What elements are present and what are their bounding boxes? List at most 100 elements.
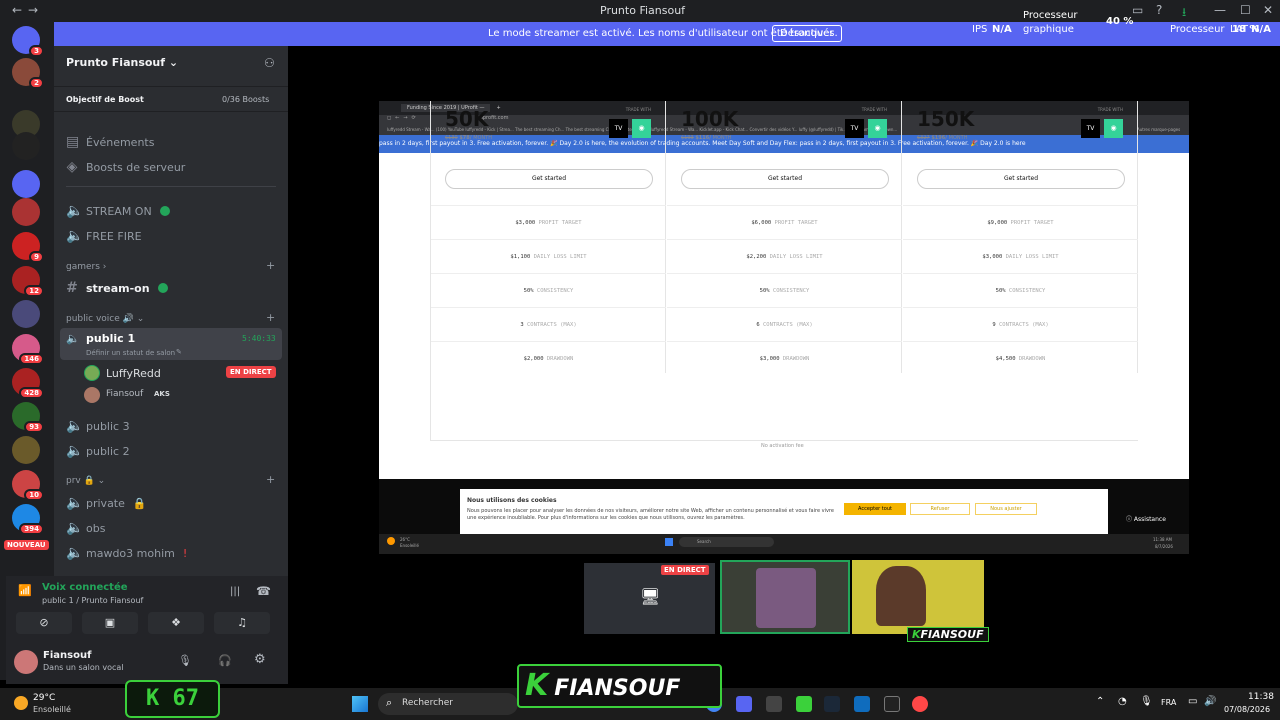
mini-search[interactable]: Search [679,537,774,547]
language[interactable]: FRA [1161,698,1176,707]
voice-channel-stream-on[interactable]: 🔈 STREAM ON [66,203,170,219]
platform-icon[interactable]: ◉ [868,119,887,138]
voice-location[interactable]: public 1 / Prunto Fiansouf [42,596,143,605]
tradingview-icon[interactable]: TV [845,119,864,138]
ea-icon[interactable] [912,696,928,712]
wifi-icon[interactable]: ◔ [1118,696,1127,707]
category-public-voice[interactable]: public voice 🔊 ⌄ [66,314,144,324]
guild-name-text: Prunto Fiansouf [66,56,166,69]
stream-tile-screen[interactable]: EN DIRECT 🖥 [584,563,715,634]
add-channel-icon[interactable]: + [266,259,275,272]
guild-name[interactable]: Prunto Fiansouf ⌄ [66,56,178,69]
mic-tray-icon[interactable]: 🎙 [1140,696,1153,707]
nav-arrows-icon[interactable]: ←→ [12,3,44,17]
microphone-icon[interactable]: 🎙 [178,654,192,667]
voice-user-fiansouf[interactable]: Fiansouf AKS [84,386,280,404]
volume-icon[interactable]: 🔊 [1204,696,1216,707]
voice-status[interactable]: Voix connectée [42,582,128,593]
add-channel-icon[interactable]: + [266,473,275,486]
lock-icon: 🔒 [132,496,147,510]
plan-row-profit: $3,000 PROFIT TARGET [431,205,666,239]
server-icon[interactable]: 146 [12,334,44,365]
server-icon[interactable]: 10 [12,470,44,501]
server-icon[interactable] [12,436,40,464]
refuse-button[interactable]: Refuser [910,503,970,515]
webcam-tile[interactable] [852,560,984,634]
avatar [756,568,816,628]
voice-channel-obs[interactable]: 🔈 obs [66,520,105,536]
camera-off-button[interactable]: ⊘ [16,612,72,634]
disconnect-icon[interactable]: ☎ [256,584,271,598]
noise-suppression-icon[interactable]: ||| [230,586,240,597]
add-channel-icon[interactable]: + [266,311,275,324]
settings-cookie-button[interactable]: Nous ajuster [975,503,1037,515]
boost-goal[interactable]: Objectif de Boost 0/36 Boosts [54,86,288,112]
server-icon[interactable] [12,170,40,198]
accept-all-button[interactable]: Accepter tout [844,503,906,515]
screen-share-button[interactable]: ▣ [82,612,138,634]
server-icon[interactable] [12,132,40,160]
activities-button[interactable]: ❖ [148,612,204,634]
events-item[interactable]: ▤ Événements [66,134,154,150]
edit-icon[interactable]: ✎ [176,348,182,356]
headphones-icon[interactable]: 🎧 [218,654,232,667]
voice-channel-free-fire[interactable]: 🔈 FREE FIRE [66,228,142,244]
steam-icon[interactable] [824,696,840,712]
gpu-percent: 40 % [1106,16,1134,27]
channel-status[interactable]: Définir un statut de salon [86,349,175,357]
server-icon[interactable]: 93 [12,402,44,433]
avatar[interactable] [14,650,38,674]
server-icon[interactable]: 2 [12,58,44,89]
photos-icon[interactable] [854,696,870,712]
tradingview-icon[interactable]: TV [1081,119,1100,138]
voice-channel-public-3[interactable]: 🔈 public 3 [66,418,130,434]
category-prv[interactable]: prv 🔒 ⌄ [66,476,105,486]
server-icon[interactable]: 12 [12,266,44,297]
tradingview-icon[interactable]: TV [609,119,628,138]
counter-k: K [146,686,160,711]
voice-user-luffyredd[interactable]: LuffyRedd EN DIRECT [84,364,280,382]
network-icon[interactable]: ▭ [1188,696,1197,707]
voice-channel-public-2[interactable]: 🔈 public 2 [66,443,130,459]
server-icon[interactable]: 428 [12,368,44,399]
soundboard-button[interactable]: ♫ [214,612,270,634]
taskbar-search[interactable]: ⌕ Rechercher [378,693,518,715]
clock-date[interactable]: 07/08/2026 [1224,705,1270,714]
epic-games-icon[interactable] [884,696,900,712]
cpu-label: Processeur [1023,10,1078,21]
voice-channel-mawdo[interactable]: 🔈 mawdo3 mohim! [66,545,187,561]
chevron-up-icon[interactable]: ⌃ [1096,696,1104,707]
server-icon[interactable]: 3 [12,26,44,57]
get-started-button[interactable]: Get started [445,169,653,189]
server-icon[interactable] [12,198,40,226]
category-gamers[interactable]: gamers › [66,262,106,272]
other-bookmarks[interactable]: Autres marque-pages [1137,127,1180,132]
stream-tile-avatar[interactable] [720,560,850,634]
overlay-big-text: FIANSOUF [554,676,681,701]
server-icon[interactable] [12,300,40,328]
windows-start-icon[interactable] [352,696,368,712]
discord-icon[interactable] [736,696,752,712]
platform-icon[interactable]: ◉ [632,119,651,138]
get-started-button[interactable]: Get started [681,169,889,189]
disable-streamer-button[interactable]: Désactiver [772,25,842,42]
plan-label: CONTRACTS (MAX) [995,322,1049,328]
kick-icon[interactable] [796,696,812,712]
add-member-icon[interactable]: ⚇ [264,56,275,70]
user-name: LuffyRedd [106,367,161,380]
voice-channel-public-1[interactable]: 🔈 public 1 5:40:33 Définir un statut de … [60,328,282,360]
obs-icon[interactable] [766,696,782,712]
server-boosts-item[interactable]: ◈ Boosts de serveur [66,159,186,175]
windows-start-icon[interactable] [665,538,673,546]
platform-icon[interactable]: ◉ [1104,119,1123,138]
server-icon[interactable]: 9 [12,232,44,263]
get-started-button[interactable]: Get started [917,169,1125,189]
assistance-button[interactable]: ⓘ Assistance [1126,514,1166,523]
browser-nav-icon[interactable]: ◻←→⟳ [387,115,420,121]
voice-channel-private[interactable]: 🔈 private 🔒 [66,495,147,511]
settings-gear-icon[interactable]: ⚙ [254,652,266,667]
server-icon[interactable]: 394 [12,504,44,535]
text-channel-stream-on[interactable]: # stream-on [66,280,168,296]
clock-time[interactable]: 11:38 [1248,692,1274,702]
search-icon: ⌕ [386,696,393,709]
